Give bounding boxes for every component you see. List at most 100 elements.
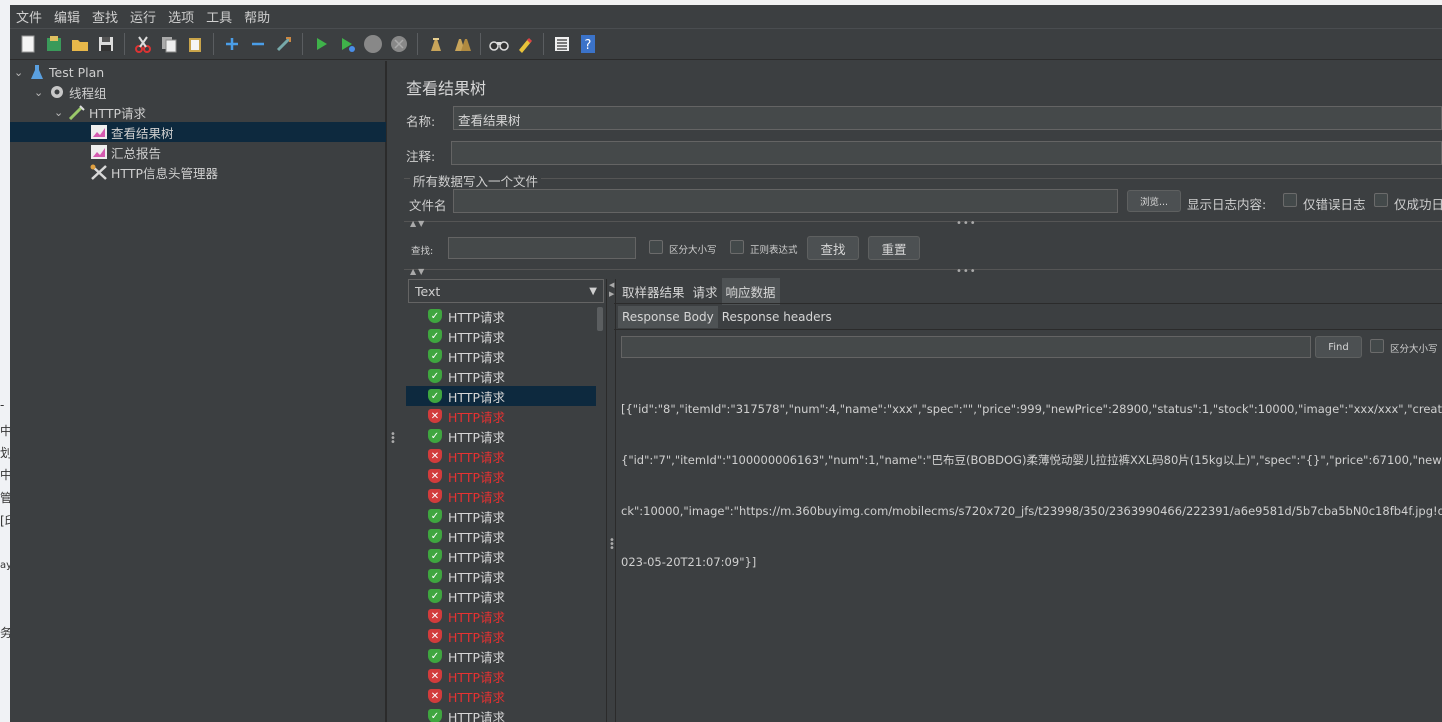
new-icon[interactable] [16, 32, 40, 56]
sample-result-item[interactable]: ✕ HTTP请求 [406, 686, 596, 706]
collapse-arrows-icon[interactable]: ▲▼ [410, 219, 426, 228]
success-only-checkbox[interactable] [1374, 193, 1388, 207]
sample-result-item[interactable]: ✕ HTTP请求 [406, 626, 596, 646]
menu-options[interactable]: 选项 [162, 7, 200, 26]
sample-result-item[interactable]: ✓ HTTP请求 [406, 526, 596, 546]
clear-icon[interactable] [424, 32, 448, 56]
log-content-label: 显示日志内容: [1187, 197, 1267, 212]
success-shield-icon: ✓ [428, 389, 442, 403]
sample-result-item[interactable]: ✕ HTTP请求 [406, 446, 596, 466]
menu-tools[interactable]: 工具 [200, 7, 238, 26]
reset-search-icon[interactable] [513, 32, 537, 56]
sample-result-item[interactable]: ✕ HTTP请求 [406, 666, 596, 686]
tree-splitter[interactable]: • • • [386, 61, 396, 722]
sample-result-item[interactable]: ✕ HTTP请求 [406, 466, 596, 486]
failure-shield-icon: ✕ [428, 489, 442, 503]
tree-node-thread-group[interactable]: ⌄ 线程组 [34, 82, 107, 102]
sample-result-item[interactable]: ✕ HTTP请求 [406, 406, 596, 426]
sample-result-item[interactable]: ✓ HTTP请求 [406, 366, 596, 386]
menu-help[interactable]: 帮助 [238, 7, 276, 26]
view-results-tree-panel: 查看结果树 名称: 查看结果树 注释: 所有数据写入一个文件 文件名 浏览...… [396, 61, 1442, 722]
renderer-select[interactable]: Text ▼ [408, 279, 604, 303]
start-no-pause-icon[interactable] [335, 32, 359, 56]
search-icon[interactable] [487, 32, 511, 56]
tree-node-view-results-tree[interactable]: 查看结果树 [90, 122, 174, 142]
function-helper-icon[interactable] [550, 32, 574, 56]
comment-field[interactable] [451, 141, 1442, 165]
sample-result-item[interactable]: ✓ HTTP请求 [406, 586, 596, 606]
collapse-arrows-icon[interactable]: ▲▼ [410, 267, 426, 276]
success-shield-icon: ✓ [428, 309, 442, 323]
templates-icon[interactable] [42, 32, 66, 56]
tab-request[interactable]: 请求 [689, 278, 722, 305]
regex-checkbox[interactable] [730, 240, 744, 254]
clear-all-icon[interactable] [450, 32, 474, 56]
tab-sampler-result[interactable]: 取样器结果 [618, 278, 689, 305]
split-arrows-icon[interactable]: ◀ ▶ [609, 281, 614, 299]
tree-node-aggregate-report[interactable]: 汇总报告 [90, 142, 161, 162]
sample-result-item[interactable]: ✓ HTTP请求 [406, 306, 596, 326]
find-button[interactable]: 查找 [807, 236, 859, 260]
collapse-icon[interactable] [246, 32, 270, 56]
start-icon[interactable] [309, 32, 333, 56]
scrollbar-thumb[interactable] [597, 307, 603, 331]
sample-result-item[interactable]: ✓ HTTP请求 [406, 706, 596, 722]
comment-label: 注释: [406, 149, 436, 164]
sample-result-item[interactable]: ✕ HTTP请求 [406, 606, 596, 626]
tree-node-http-request[interactable]: ⌄ HTTP请求 [54, 102, 146, 122]
drag-handle-icon[interactable]: ••• [609, 536, 615, 554]
copy-icon[interactable] [157, 32, 181, 56]
filename-field[interactable] [453, 189, 1118, 213]
menu-run[interactable]: 运行 [124, 7, 162, 26]
results-scrollbar[interactable] [596, 305, 604, 722]
help-icon[interactable]: ? [576, 32, 600, 56]
reset-button[interactable]: 重置 [868, 236, 920, 260]
tree-node-test-plan[interactable]: ⌄ Test Plan [14, 62, 104, 82]
expand-icon[interactable] [220, 32, 244, 56]
sample-result-item[interactable]: ✓ HTTP请求 [406, 506, 596, 526]
chevron-down-icon[interactable]: ⌄ [14, 66, 28, 79]
menu-file[interactable]: 文件 [10, 7, 48, 26]
sample-result-item[interactable]: ✓ HTTP请求 [406, 346, 596, 366]
cut-icon[interactable] [131, 32, 155, 56]
response-body-text[interactable]: [{"id":"8","itemId":"317578","num":4,"na… [621, 367, 1442, 605]
tab-response-headers[interactable]: Response headers [718, 306, 836, 328]
sample-result-label: HTTP请求 [448, 329, 505, 345]
save-icon[interactable] [94, 32, 118, 56]
failure-shield-icon: ✕ [428, 629, 442, 643]
toolbar-separator [543, 33, 544, 55]
chevron-down-icon[interactable]: ⌄ [34, 86, 48, 99]
drag-handle-icon[interactable]: ••• [956, 218, 977, 229]
sample-result-item[interactable]: ✓ HTTP请求 [406, 326, 596, 346]
search-field[interactable] [448, 237, 636, 259]
stop-icon[interactable] [361, 32, 385, 56]
chevron-down-icon[interactable]: ⌄ [54, 106, 68, 119]
tab-response-body[interactable]: Response Body [618, 306, 718, 328]
open-icon[interactable] [68, 32, 92, 56]
paste-icon[interactable] [183, 32, 207, 56]
sample-result-label: HTTP请求 [448, 389, 505, 405]
shutdown-icon[interactable] [387, 32, 411, 56]
response-find-button[interactable]: Find [1315, 336, 1362, 358]
response-find-field[interactable] [621, 336, 1311, 358]
drag-handle-icon[interactable]: ••• [956, 266, 977, 277]
failure-shield-icon: ✕ [428, 609, 442, 623]
tab-response-data[interactable]: 响应数据 [721, 277, 780, 305]
divider [404, 178, 1442, 179]
sample-result-item[interactable]: ✓ HTTP请求 [406, 426, 596, 446]
response-case-checkbox[interactable] [1370, 339, 1384, 353]
menu-edit[interactable]: 编辑 [48, 7, 86, 26]
browse-button[interactable]: 浏览... [1127, 190, 1181, 212]
menu-search[interactable]: 查找 [86, 7, 124, 26]
sample-result-item[interactable]: ✓ HTTP请求 [406, 646, 596, 666]
errors-only-checkbox[interactable] [1283, 193, 1297, 207]
name-field[interactable]: 查看结果树 [453, 106, 1442, 130]
case-sensitive-checkbox[interactable] [649, 240, 663, 254]
sample-result-item[interactable]: ✕ HTTP请求 [406, 486, 596, 506]
sample-result-item[interactable]: ✓ HTTP请求 [406, 386, 596, 406]
tree-node-header-manager[interactable]: HTTP信息头管理器 [90, 162, 218, 182]
sample-result-item[interactable]: ✓ HTTP请求 [406, 566, 596, 586]
toggle-icon[interactable] [272, 32, 296, 56]
results-splitter[interactable]: ◀ ▶ • • • [606, 279, 616, 722]
sample-result-item[interactable]: ✓ HTTP请求 [406, 546, 596, 566]
